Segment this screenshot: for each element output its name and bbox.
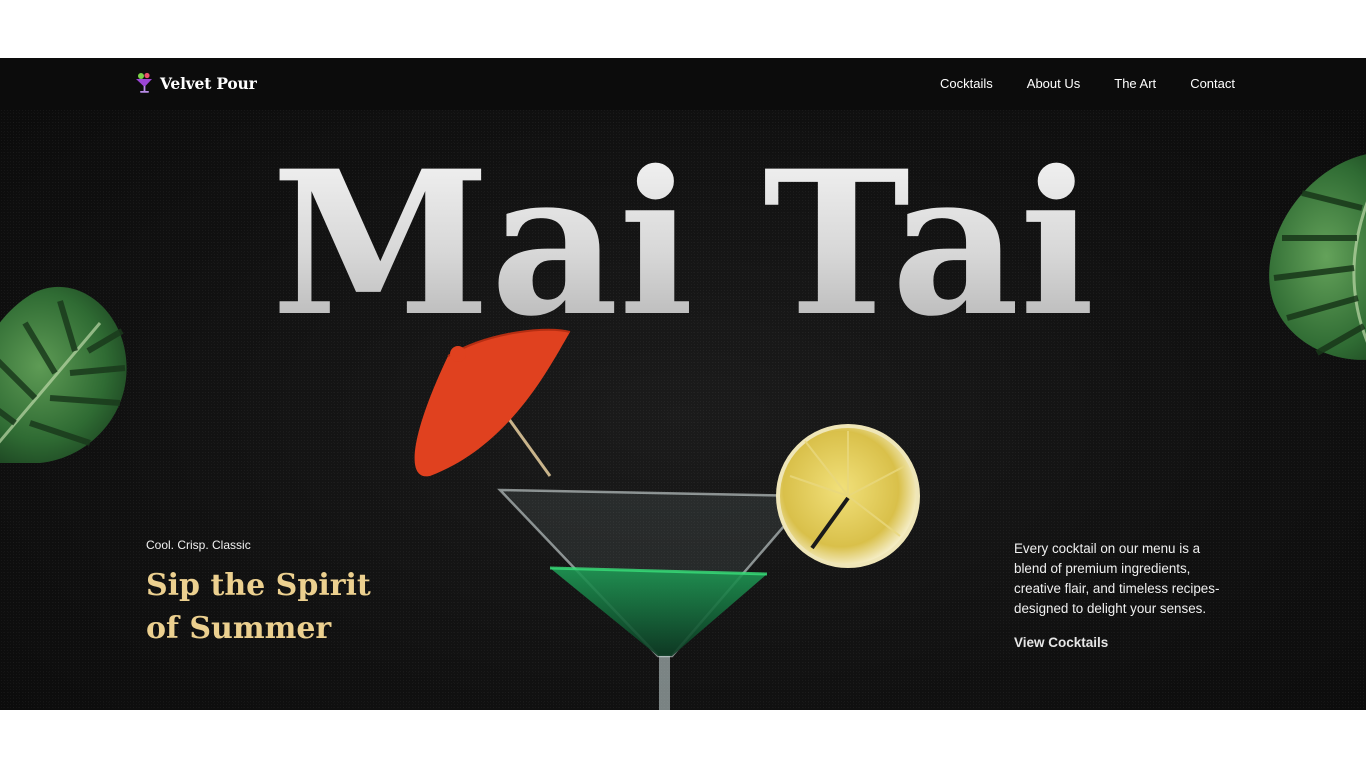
nav-link-the-art[interactable]: The Art [1114, 76, 1156, 91]
hero-kicker: Cool. Crisp. Classic [146, 538, 251, 552]
hero-title: Mai Tai [0, 144, 1366, 344]
hero-description: Every cocktail on our menu is a blend of… [1014, 541, 1220, 616]
navbar: Velvet Pour Cocktails About Us The Art C… [0, 58, 1366, 110]
nav-link-about-us[interactable]: About Us [1027, 76, 1080, 91]
primary-nav: Cocktails About Us The Art Contact [940, 76, 1235, 91]
hero-section: Velvet Pour Cocktails About Us The Art C… [0, 58, 1366, 710]
cocktail-glass-icon [136, 72, 152, 93]
brand-logo-link[interactable]: Velvet Pour [134, 72, 257, 94]
view-cocktails-link[interactable]: View Cocktails [1014, 635, 1108, 650]
hero-tagline: Sip the Spirit of Summer [146, 568, 371, 646]
nav-link-cocktails[interactable]: Cocktails [940, 76, 993, 91]
nav-link-contact[interactable]: Contact [1190, 76, 1235, 91]
brand-name: Velvet Pour [160, 73, 257, 93]
martini-glass-illustration [414, 328, 920, 710]
